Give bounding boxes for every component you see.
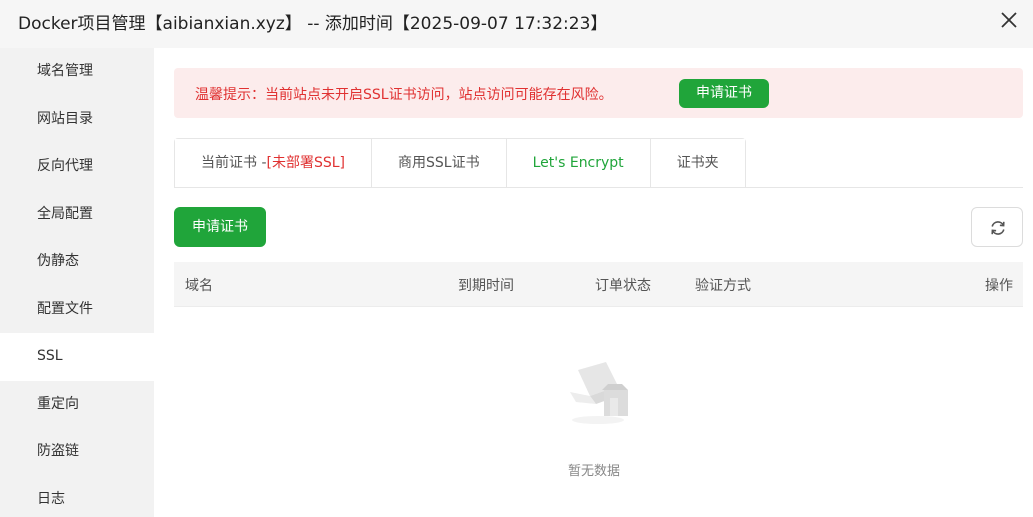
close-icon[interactable] xyxy=(999,9,1019,31)
alert-apply-cert-button[interactable]: 申请证书 xyxy=(679,79,769,108)
refresh-icon xyxy=(991,221,1005,235)
sidebar-item-ssl[interactable]: SSL xyxy=(0,333,154,381)
column-order-status: 订单状态 xyxy=(595,278,651,294)
ssl-tabs: 当前证书 -[未部署SSL] 商用SSL证书 Let's Encrypt 证书夹 xyxy=(174,138,746,188)
sidebar-item-domain[interactable]: 域名管理 xyxy=(0,48,154,96)
ssl-status-text: [未部署SSL] xyxy=(266,155,346,171)
sidebar-item-reverse-proxy[interactable]: 反向代理 xyxy=(0,143,154,191)
empty-box-icon xyxy=(566,360,630,430)
tab-current-cert[interactable]: 当前证书 -[未部署SSL] xyxy=(175,139,373,188)
tab-divider xyxy=(174,187,1023,188)
tab-letsencrypt[interactable]: Let's Encrypt xyxy=(506,139,651,188)
sidebar-item-site-directory[interactable]: 网站目录 xyxy=(0,96,154,144)
tab-cert-folder[interactable]: 证书夹 xyxy=(650,139,745,188)
column-expiry: 到期时间 xyxy=(458,278,514,294)
sidebar: 域名管理 网站目录 反向代理 全局配置 伪静态 配置文件 SSL 重定向 防盗链… xyxy=(0,48,154,517)
column-domain: 域名 xyxy=(185,278,213,294)
apply-cert-button[interactable]: 申请证书 xyxy=(174,207,266,247)
column-verify-method: 验证方式 xyxy=(695,278,751,294)
window-title: Docker项目管理【aibianxian.xyz】 -- 添加时间【2025-… xyxy=(18,14,608,34)
refresh-button[interactable] xyxy=(971,207,1023,247)
table-header: 域名 到期时间 订单状态 验证方式 操作 xyxy=(174,262,1023,306)
sidebar-item-rewrite[interactable]: 伪静态 xyxy=(0,238,154,286)
alert-text: 温馨提示：当前站点未开启SSL证书访问，站点访问可能存在风险。 xyxy=(195,87,613,103)
table-divider xyxy=(174,306,1023,307)
sidebar-item-hotlink[interactable]: 防盗链 xyxy=(0,428,154,476)
empty-state-text: 暂无数据 xyxy=(568,464,621,479)
tab-current-cert-label: 当前证书 - xyxy=(201,155,267,171)
sidebar-item-config-file[interactable]: 配置文件 xyxy=(0,286,154,334)
sidebar-item-logs[interactable]: 日志 xyxy=(0,476,154,517)
column-actions: 操作 xyxy=(985,278,1013,294)
title-bar: Docker项目管理【aibianxian.xyz】 -- 添加时间【2025-… xyxy=(0,0,1033,48)
sidebar-item-global-config[interactable]: 全局配置 xyxy=(0,191,154,239)
sidebar-item-redirect[interactable]: 重定向 xyxy=(0,381,154,429)
tab-commercial-ssl[interactable]: 商用SSL证书 xyxy=(372,139,507,188)
ssl-warning-alert: 温馨提示：当前站点未开启SSL证书访问，站点访问可能存在风险。 申请证书 xyxy=(174,68,1023,118)
